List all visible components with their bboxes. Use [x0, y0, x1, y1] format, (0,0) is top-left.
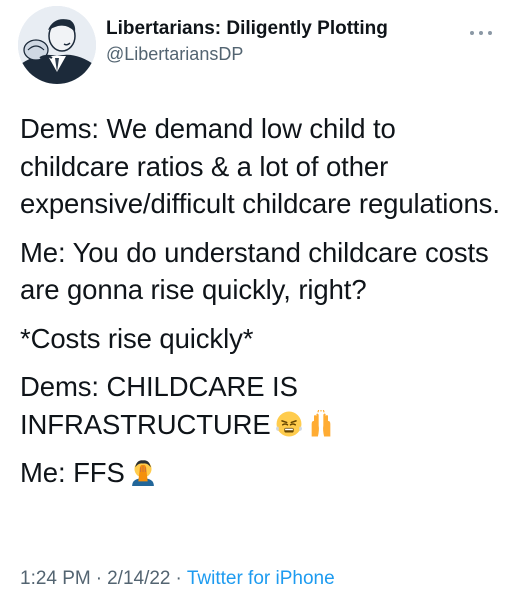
tweet-card: Libertarians: Diligently Plotting @Liber…	[0, 0, 511, 600]
more-options-icon[interactable]	[470, 28, 492, 38]
tweet-text: Dems: We demand low child to childcare r…	[20, 110, 500, 503]
meta-separator: ·	[95, 568, 103, 589]
tweet-paragraph: Me: You do understand childcare costs ar…	[20, 234, 500, 309]
tweet-paragraph: Dems: We demand low child to childcare r…	[20, 110, 500, 223]
paragraph-text: *Costs rise quickly*	[20, 322, 254, 354]
paragraph-text: Me: FFS	[20, 457, 125, 488]
paragraph-text: Dems: We demand low child to childcare r…	[20, 113, 500, 219]
tweet-time[interactable]: 1:24 PM	[20, 568, 91, 589]
face-with-steam-emoji	[275, 411, 302, 436]
tweet-paragraph: *Costs rise quickly*	[20, 320, 500, 358]
tweet-paragraph: Me: FFS	[20, 454, 500, 492]
more-dot	[479, 31, 483, 35]
more-dot	[488, 31, 492, 35]
tweet-date[interactable]: 2/14/22	[107, 568, 170, 589]
author-handle[interactable]: @LibertariansDP	[106, 42, 388, 66]
meta-separator: ·	[175, 568, 182, 589]
author-names: Libertarians: Diligently Plotting @Liber…	[106, 17, 388, 66]
more-dot	[470, 31, 474, 35]
paragraph-text: Dems: CHILDCARE IS INFRASTRUCTURE	[20, 371, 298, 440]
tweet-header: Libertarians: Diligently Plotting @Liber…	[18, 6, 498, 86]
illustrated-man-avatar-icon	[18, 6, 96, 84]
tweet-paragraph: Dems: CHILDCARE IS INFRASTRUCTURE	[20, 368, 500, 443]
tweet-source-link[interactable]: Twitter for iPhone	[187, 568, 335, 589]
facepalm-emoji	[131, 460, 154, 486]
raising-hands-emoji	[311, 409, 331, 436]
tweet-meta: 1:24 PM · 2/14/22 · Twitter for iPhone	[20, 566, 335, 592]
author-display-name[interactable]: Libertarians: Diligently Plotting	[106, 17, 388, 41]
paragraph-text: Me: You do understand childcare costs ar…	[20, 236, 489, 306]
avatar[interactable]	[18, 6, 96, 84]
